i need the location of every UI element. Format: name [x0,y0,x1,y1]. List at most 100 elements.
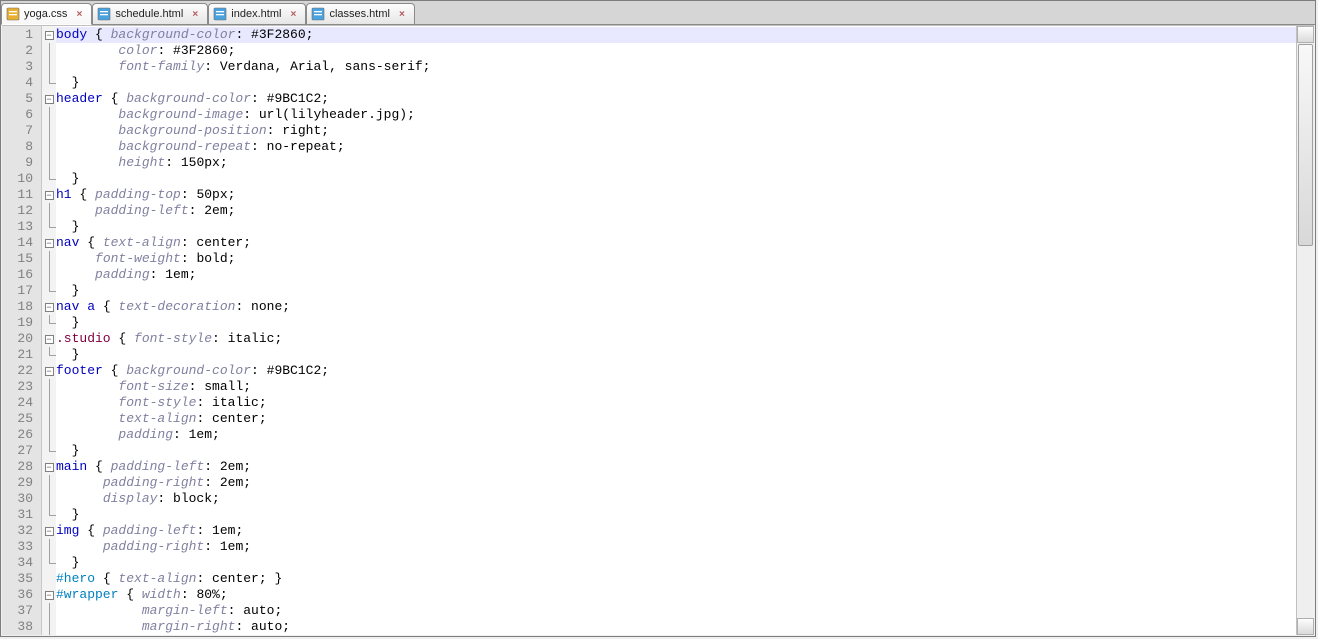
code-line[interactable]: padding-right: 2em; [56,475,1296,491]
line-number: 26 [2,427,41,443]
code-area[interactable]: body { background-color: #3F2860; color:… [56,26,1296,635]
close-icon[interactable]: × [189,8,201,20]
tab-index-html[interactable]: index.html × [208,3,306,24]
tab-classes-html[interactable]: classes.html× [306,3,415,24]
fold-toggle-icon[interactable]: − [45,31,54,40]
token-plain: : block; [157,491,219,506]
code-line[interactable]: .studio { font-style: italic; [56,331,1296,347]
fold-toggle-icon[interactable]: − [45,191,54,200]
line-number: 25 [2,411,41,427]
close-icon[interactable]: × [287,8,299,20]
code-line[interactable]: padding: 1em; [56,267,1296,283]
fold-cell [42,251,56,267]
token-plain: : italic; [196,395,266,410]
token-prop: padding-left [111,459,205,474]
fold-cell [42,475,56,491]
line-number: 2 [2,43,41,59]
code-line[interactable]: } [56,555,1296,571]
code-line[interactable]: header { background-color: #9BC1C2; [56,91,1296,107]
code-line[interactable]: nav a { text-decoration: none; [56,299,1296,315]
fold-cell: − [42,587,56,603]
tab-yoga-css[interactable]: yoga.css× [1,3,92,25]
code-line[interactable]: display: block; [56,491,1296,507]
token-prop: font-weight [95,251,181,266]
fold-cell: − [42,187,56,203]
code-line[interactable]: } [56,283,1296,299]
code-line[interactable]: padding-right: 1em; [56,539,1296,555]
code-line[interactable]: #wrapper { width: 80%; [56,587,1296,603]
code-line[interactable]: background-image: url(lilyheader.jpg); [56,107,1296,123]
code-line[interactable]: } [56,171,1296,187]
code-line[interactable]: font-style: italic; [56,395,1296,411]
code-line[interactable]: text-align: center; [56,411,1296,427]
token-plain: : 2em; [204,459,251,474]
fold-cell [42,603,56,619]
close-icon[interactable]: × [396,8,408,20]
tab-label: index.html [231,8,281,20]
code-line[interactable]: color: #3F2860; [56,43,1296,59]
fold-toggle-icon[interactable]: − [45,463,54,472]
token-plain: : no-repeat; [251,139,345,154]
token-plain: } [56,219,79,234]
fold-cell [42,139,56,155]
fold-toggle-icon[interactable]: − [45,95,54,104]
code-line[interactable]: } [56,347,1296,363]
token-prop: background-color [126,91,251,106]
code-line[interactable]: font-weight: bold; [56,251,1296,267]
token-plain [56,475,103,490]
code-line[interactable]: margin-left: auto; [56,603,1296,619]
fold-toggle-icon[interactable]: − [45,591,54,600]
code-line[interactable]: background-repeat: no-repeat; [56,139,1296,155]
token-sel: nav a [56,299,95,314]
code-line[interactable]: padding: 1em; [56,427,1296,443]
code-line[interactable]: } [56,443,1296,459]
scrollbar-thumb[interactable] [1298,44,1313,246]
fold-toggle-icon[interactable]: − [45,303,54,312]
code-line[interactable]: background-position: right; [56,123,1296,139]
code-line[interactable]: } [56,219,1296,235]
token-prop: width [142,587,181,602]
fold-toggle-icon[interactable]: − [45,367,54,376]
fold-toggle-icon[interactable]: − [45,239,54,248]
token-plain: { [103,91,126,106]
token-prop: font-size [118,379,188,394]
code-line[interactable]: font-family: Verdana, Arial, sans-serif; [56,59,1296,75]
token-prop: padding-top [95,187,181,202]
code-line[interactable]: } [56,315,1296,331]
code-line[interactable]: font-size: small; [56,379,1296,395]
code-line[interactable]: h1 { padding-top: 50px; [56,187,1296,203]
code-line[interactable]: padding-left: 2em; [56,203,1296,219]
fold-toggle-icon[interactable]: − [45,335,54,344]
code-line[interactable]: body { background-color: #3F2860; [56,27,1296,43]
token-plain: : italic; [212,331,282,346]
token-plain: : 1em; [196,523,243,538]
token-plain: : 2em; [189,203,236,218]
token-plain [56,203,95,218]
line-number: 14 [2,235,41,251]
tab-schedule-html[interactable]: schedule.html× [92,3,208,24]
code-line[interactable]: } [56,75,1296,91]
token-plain [56,603,142,618]
token-plain: { [79,235,102,250]
code-line[interactable]: main { padding-left: 2em; [56,459,1296,475]
code-line[interactable]: margin-right: auto; [56,619,1296,635]
code-line[interactable]: footer { background-color: #9BC1C2; [56,363,1296,379]
line-number: 33 [2,539,41,555]
token-cls: .studio [56,331,111,346]
token-sel: img [56,523,79,538]
code-line[interactable]: } [56,507,1296,523]
code-line[interactable]: #hero { text-align: center; } [56,571,1296,587]
code-line[interactable]: nav { text-align: center; [56,235,1296,251]
close-icon[interactable]: × [73,8,85,20]
vertical-scrollbar[interactable] [1296,26,1314,635]
token-prop: padding [118,427,173,442]
code-line[interactable]: height: 150px; [56,155,1296,171]
fold-cell [42,395,56,411]
token-prop: margin-right [142,619,236,634]
fold-cell [42,411,56,427]
code-line[interactable]: img { padding-left: 1em; [56,523,1296,539]
token-plain: : 1em; [173,427,220,442]
fold-toggle-icon[interactable]: − [45,527,54,536]
token-plain: : #9BC1C2; [251,363,329,378]
token-plain [56,267,95,282]
